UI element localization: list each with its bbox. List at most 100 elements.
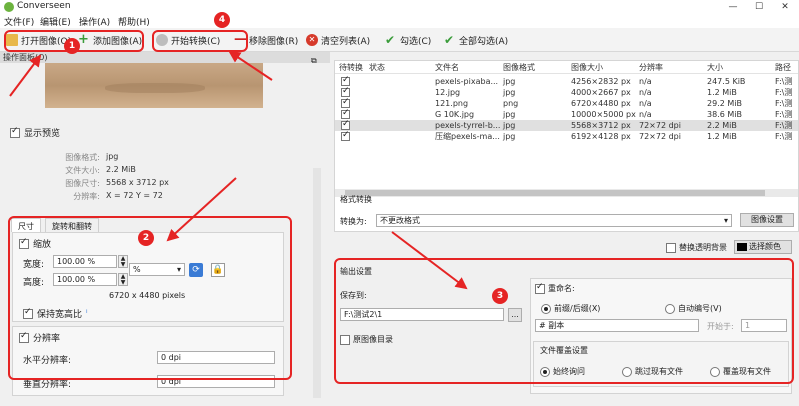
row-checkbox[interactable]	[341, 86, 350, 97]
cell-res: n/a	[639, 77, 652, 86]
cell-path: F:\测	[775, 132, 793, 141]
app-title: Converseen	[17, 1, 71, 11]
col-resolution[interactable]: 分辨率	[639, 62, 663, 73]
convert-to-select[interactable]: 不更改格式 ▾	[376, 214, 732, 227]
row-checkbox[interactable]	[341, 108, 350, 119]
replace-bg-checkbox[interactable]	[666, 242, 676, 253]
convert-to-label: 转换为:	[340, 217, 367, 226]
choose-color-button[interactable]: 选择颜色	[734, 240, 792, 254]
replace-bg-option[interactable]: 替换透明背景	[666, 242, 727, 253]
dimensions-value: 5568 x 3712 px	[106, 178, 169, 187]
image-settings-button[interactable]: 图像设置	[740, 213, 794, 227]
minimize-button[interactable]: —	[720, 0, 746, 14]
maximize-button[interactable]: ☐	[746, 0, 772, 14]
resolution-label: 分辨率:	[73, 192, 100, 201]
clear-list-button[interactable]: ✕ 清空列表(A)	[306, 32, 370, 48]
check-all-button[interactable]: ✔ 全部勾选(A)	[444, 32, 508, 48]
file-table: 待转换 状态 文件名 图像格式 图像大小 分辨率 大小 路径 pexels-pi…	[334, 60, 799, 232]
cell-bytes: 1.2 MiB	[707, 132, 737, 141]
clear-icon: ✕	[306, 34, 318, 46]
check-icon: ✔	[385, 33, 396, 47]
dimensions-label: 图像尺寸:	[65, 179, 100, 188]
filesize-value: 2.2 MiB	[106, 165, 136, 174]
cell-res: n/a	[639, 88, 652, 97]
title-bar: Converseen — ☐ ✕	[0, 0, 799, 14]
col-pending[interactable]: 待转换	[339, 62, 363, 73]
col-image-size[interactable]: 图像大小	[571, 62, 603, 73]
table-row[interactable]: pexels-tyrrel-b...jpg 5568×3712 px 72×72 d…	[335, 119, 798, 131]
annotation-box-4	[152, 30, 248, 52]
cell-name: G 10K.jpg	[435, 110, 475, 119]
cell-bytes: 29.2 MiB	[707, 99, 742, 108]
scrollbar-thumb[interactable]	[345, 190, 765, 196]
show-preview-checkbox[interactable]	[10, 126, 20, 138]
cell-size: 4256×2832 px	[571, 77, 631, 86]
filesize-label: 文件大小:	[65, 166, 100, 175]
cell-path: F:\测	[775, 121, 793, 130]
menu-file[interactable]: 文件(F)	[4, 15, 34, 28]
cell-size: 5568×3712 px	[571, 121, 631, 130]
image-info: 图像格式: jpg 文件大小: 2.2 MiB 图像尺寸: 5568 x 3712 p…	[0, 152, 300, 204]
row-checkbox[interactable]	[341, 75, 350, 86]
format-section-title: 格式转换	[340, 195, 372, 204]
table-row[interactable]: G 10K.jpg jpg 10000×5000 pxn/a 38.6 MiB F:\测	[335, 108, 798, 120]
cell-path: F:\测	[775, 77, 793, 86]
replace-bg-label: 替换透明背景	[679, 243, 727, 252]
format-label: 图像格式:	[65, 153, 100, 162]
menu-bar: 文件(F) 编辑(E) 操作(A) 帮助(H)	[0, 14, 799, 28]
menu-help[interactable]: 帮助(H)	[118, 15, 150, 28]
resolution-value: X = 72 Y = 72	[106, 191, 163, 200]
table-row[interactable]: pexels-pixaba... jpg 4256×2832 px n/a 247.5 …	[335, 75, 798, 87]
cell-path: F:\测	[775, 110, 793, 119]
color-swatch	[737, 243, 747, 251]
cell-res: 72×72 dpi	[639, 132, 681, 141]
cell-name: 12.jpg	[435, 88, 461, 97]
show-preview-option[interactable]: 显示预览	[10, 126, 60, 139]
cell-name: pexels-pixaba...	[435, 77, 499, 86]
col-filename[interactable]: 文件名	[435, 62, 459, 73]
row-checkbox[interactable]	[341, 130, 350, 141]
cell-fmt: jpg	[503, 110, 516, 119]
dock-icon[interactable]: ⧉	[311, 56, 317, 66]
col-format[interactable]: 图像格式	[503, 62, 535, 73]
menu-actions[interactable]: 操作(A)	[79, 15, 110, 28]
clear-list-label: 清空列表(A)	[321, 36, 371, 47]
col-path[interactable]: 路径	[775, 62, 791, 73]
cell-res: n/a	[639, 110, 652, 119]
table-row[interactable]: 12.jpg jpg 4000×2667 px n/a 1.2 MiB F:\测	[335, 86, 798, 98]
table-row[interactable]: 压缩pexels-ma...jpg 6192×4128 px 72×72 dpi 1.…	[335, 130, 798, 142]
remove-image-label: 移除图像(R)	[249, 36, 299, 47]
cell-size: 6192×4128 px	[571, 132, 631, 141]
cell-size: 10000×5000 px	[571, 110, 636, 119]
left-scrollbar[interactable]	[313, 168, 321, 398]
cell-size: 4000×2667 px	[571, 88, 631, 97]
cell-bytes: 38.6 MiB	[707, 110, 742, 119]
horizontal-scrollbar[interactable]	[335, 189, 798, 197]
cell-size: 6720×4480 px	[571, 99, 631, 108]
check-label: 勾选(C)	[400, 36, 432, 47]
col-size[interactable]: 大小	[707, 62, 723, 73]
table-header: 待转换 状态 文件名 图像格式 图像大小 分辨率 大小 路径	[335, 61, 798, 74]
annotation-badge-2: 2	[138, 230, 154, 246]
row-checkbox[interactable]	[341, 119, 350, 130]
annotation-badge-4: 4	[214, 12, 230, 28]
annotation-box-3	[334, 258, 794, 384]
cell-bytes: 247.5 KiB	[707, 77, 746, 86]
close-button[interactable]: ✕	[772, 0, 798, 14]
check-all-label: 全部勾选(A)	[459, 36, 509, 47]
cell-fmt: jpg	[503, 88, 516, 97]
table-row[interactable]: 121.png png 6720×4480 px n/a 29.2 MiB F:\测	[335, 97, 798, 109]
cell-path: F:\测	[775, 99, 793, 108]
choose-color-label: 选择颜色	[749, 242, 781, 251]
check-button[interactable]: ✔ 勾选(C)	[385, 32, 431, 48]
menu-edit[interactable]: 编辑(E)	[40, 15, 71, 28]
cell-bytes: 1.2 MiB	[707, 88, 737, 97]
cell-res: 72×72 dpi	[639, 121, 681, 130]
cell-fmt: jpg	[503, 77, 516, 86]
format-value: jpg	[106, 152, 119, 161]
row-checkbox[interactable]	[341, 97, 350, 108]
cell-bytes: 2.2 MiB	[707, 121, 737, 130]
col-status[interactable]: 状态	[369, 62, 385, 73]
cell-name: 压缩pexels-ma...	[435, 132, 500, 141]
cell-path: F:\测	[775, 88, 793, 97]
